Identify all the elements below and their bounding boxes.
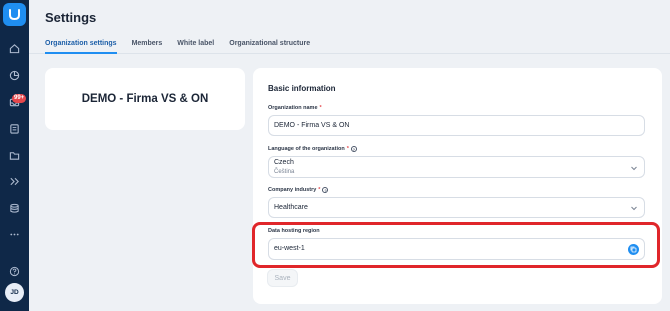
organization-name-display: DEMO - Firma VS & ON: [81, 93, 209, 105]
home-icon[interactable]: [7, 41, 22, 56]
more-icon[interactable]: [7, 227, 22, 242]
select-value: Czech: [274, 159, 294, 166]
label-text: Organization name: [268, 105, 318, 111]
sidebar: 99+ JD: [0, 0, 29, 311]
section-title: Basic information: [268, 84, 336, 93]
brand-logo-icon[interactable]: [3, 3, 26, 26]
organization-card: DEMO - Firma VS & ON: [45, 68, 245, 130]
organization-name-input[interactable]: DEMO - Firma VS & ON: [268, 115, 645, 136]
pie-chart-icon[interactable]: [7, 68, 22, 83]
company-industry-label: Company industry * ?: [268, 187, 329, 193]
highlight-box: [252, 222, 660, 268]
avatar[interactable]: JD: [5, 283, 24, 302]
tab-organizational-structure[interactable]: Organizational structure: [229, 40, 310, 54]
tab-organization-settings[interactable]: Organization settings: [45, 40, 117, 54]
label-text: Company industry: [268, 187, 317, 193]
select-value: Healthcare: [274, 204, 308, 211]
help-icon[interactable]: [7, 264, 22, 279]
page-title: Settings: [45, 10, 97, 25]
save-button[interactable]: Save: [267, 269, 298, 287]
help-icon[interactable]: ?: [322, 187, 329, 193]
select-sub-value: Čeština: [274, 169, 295, 175]
tab-white-label[interactable]: White label: [177, 40, 214, 54]
chevrons-right-icon[interactable]: [7, 174, 22, 189]
notification-badge: 99+: [12, 94, 27, 103]
chevron-down-icon: [631, 206, 637, 211]
folder-icon[interactable]: [7, 148, 22, 163]
language-select[interactable]: Czech Čeština: [268, 156, 645, 178]
language-label: Language of the organization * ?: [268, 146, 357, 152]
help-icon[interactable]: ?: [350, 146, 357, 152]
required-marker: *: [346, 146, 349, 152]
organization-name-label: Organization name *: [268, 105, 322, 111]
chevron-down-icon: [631, 166, 637, 171]
tab-members[interactable]: Members: [132, 40, 163, 54]
clipboard-icon[interactable]: [7, 121, 22, 136]
required-marker: *: [318, 187, 321, 193]
basic-information-card: Basic information Organization name * DE…: [253, 68, 662, 304]
required-marker: *: [319, 105, 322, 111]
settings-tabs: Organization settings Members White labe…: [45, 40, 325, 54]
label-text: Language of the organization: [268, 146, 345, 152]
input-value: DEMO - Firma VS & ON: [274, 122, 350, 129]
database-icon[interactable]: [7, 201, 22, 216]
company-industry-select[interactable]: Healthcare: [268, 197, 645, 218]
